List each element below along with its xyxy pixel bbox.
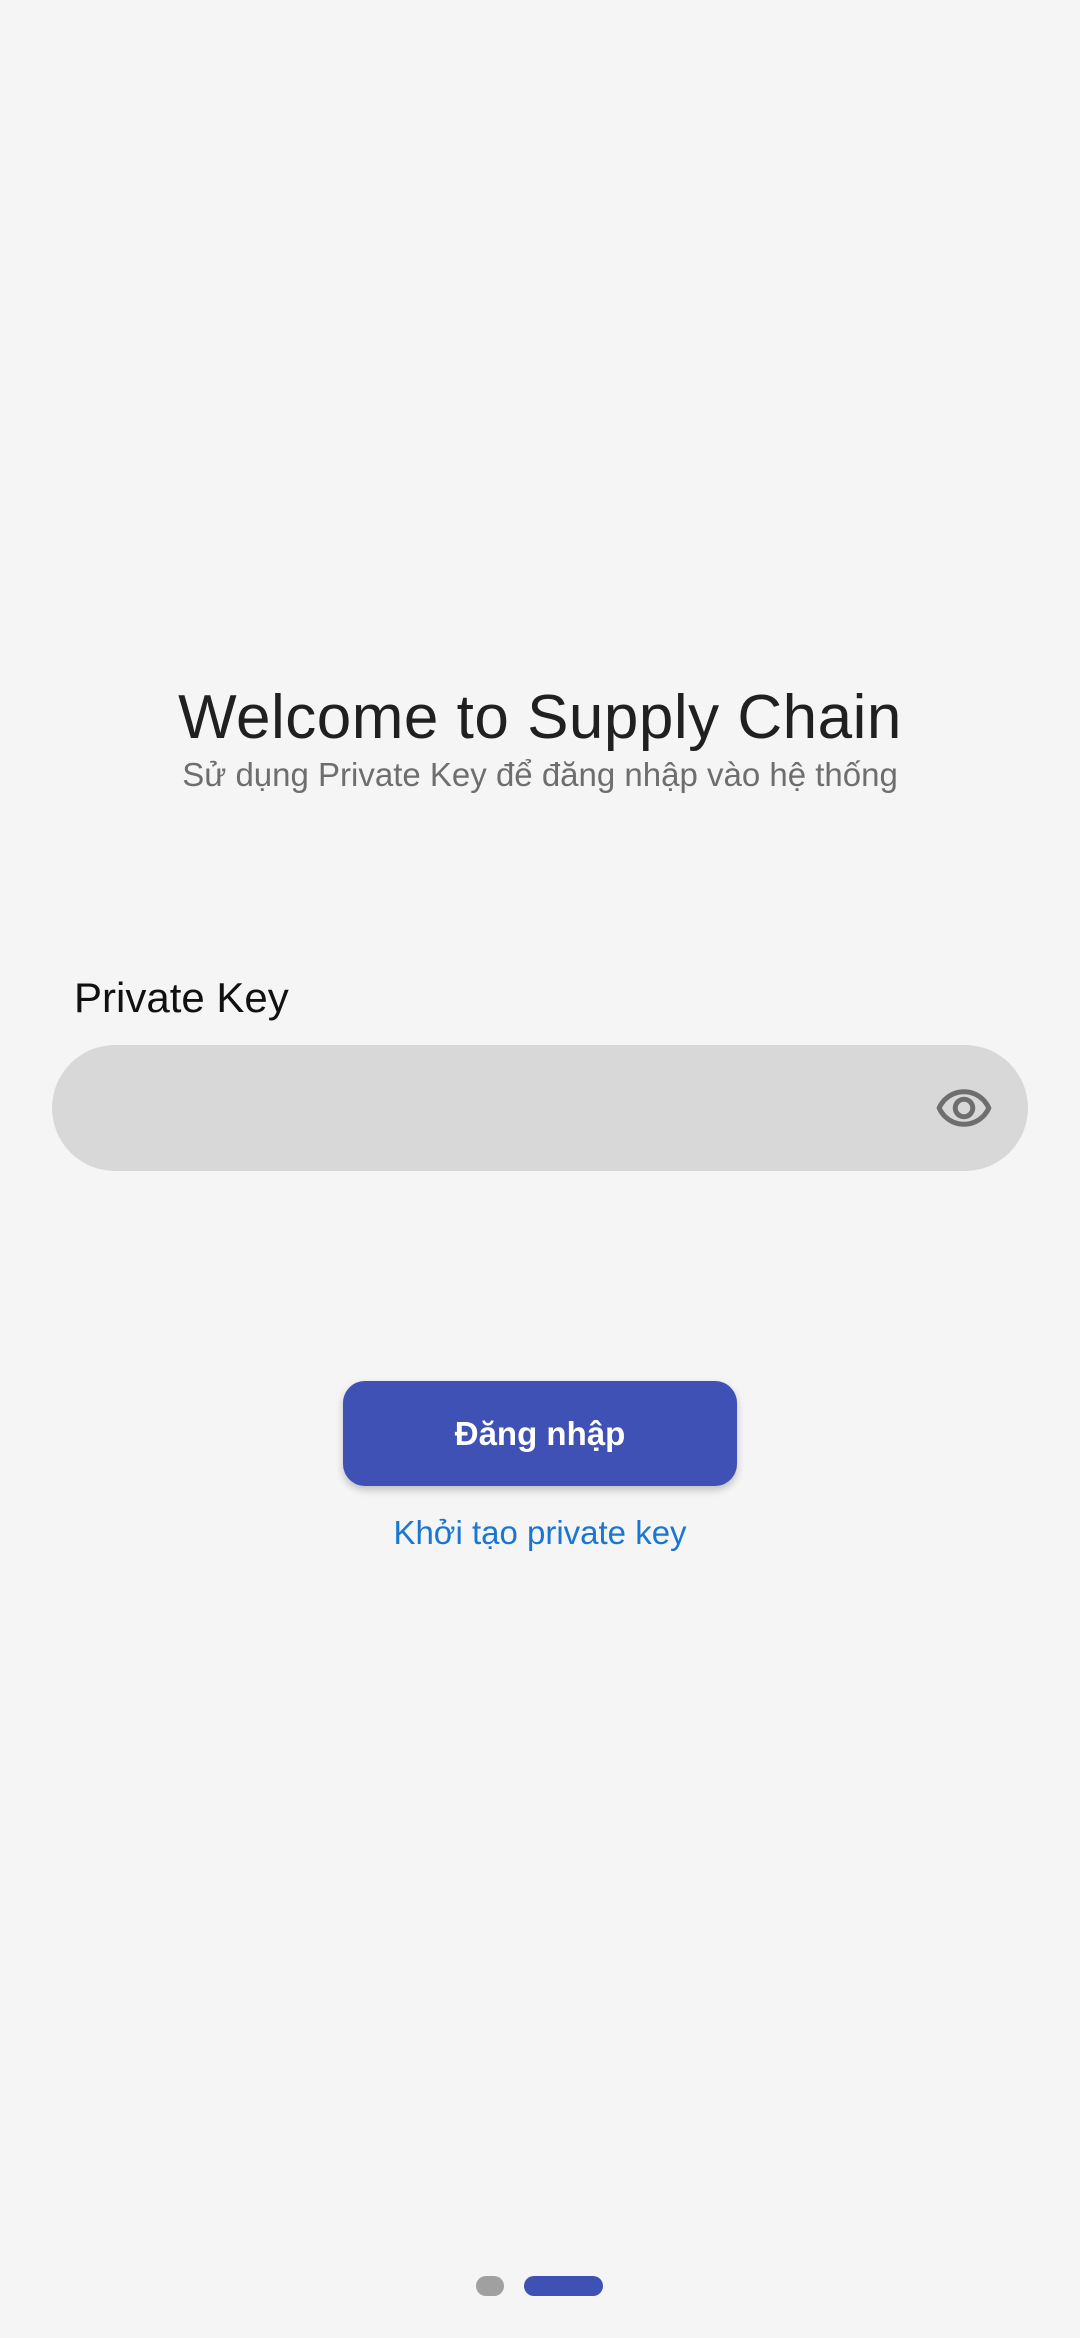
eye-icon xyxy=(936,1089,992,1127)
login-screen: Welcome to Supply Chain Sử dụng Private … xyxy=(0,0,1080,2338)
page-indicator xyxy=(0,2274,1080,2298)
private-key-label: Private Key xyxy=(74,974,289,1021)
private-key-input[interactable] xyxy=(108,1045,928,1171)
login-button[interactable]: Đăng nhập xyxy=(343,1381,737,1486)
private-key-field[interactable] xyxy=(52,1045,1028,1171)
toggle-visibility-button[interactable] xyxy=(932,1076,996,1140)
page-dot-2-active[interactable] xyxy=(524,2276,603,2296)
create-private-key-link[interactable]: Khởi tạo private key xyxy=(0,1509,1080,1557)
page-subtitle: Sử dụng Private Key để đăng nhập vào hệ … xyxy=(182,756,898,793)
page-dot-1[interactable] xyxy=(476,2276,504,2296)
page-title: Welcome to Supply Chain xyxy=(178,683,902,752)
